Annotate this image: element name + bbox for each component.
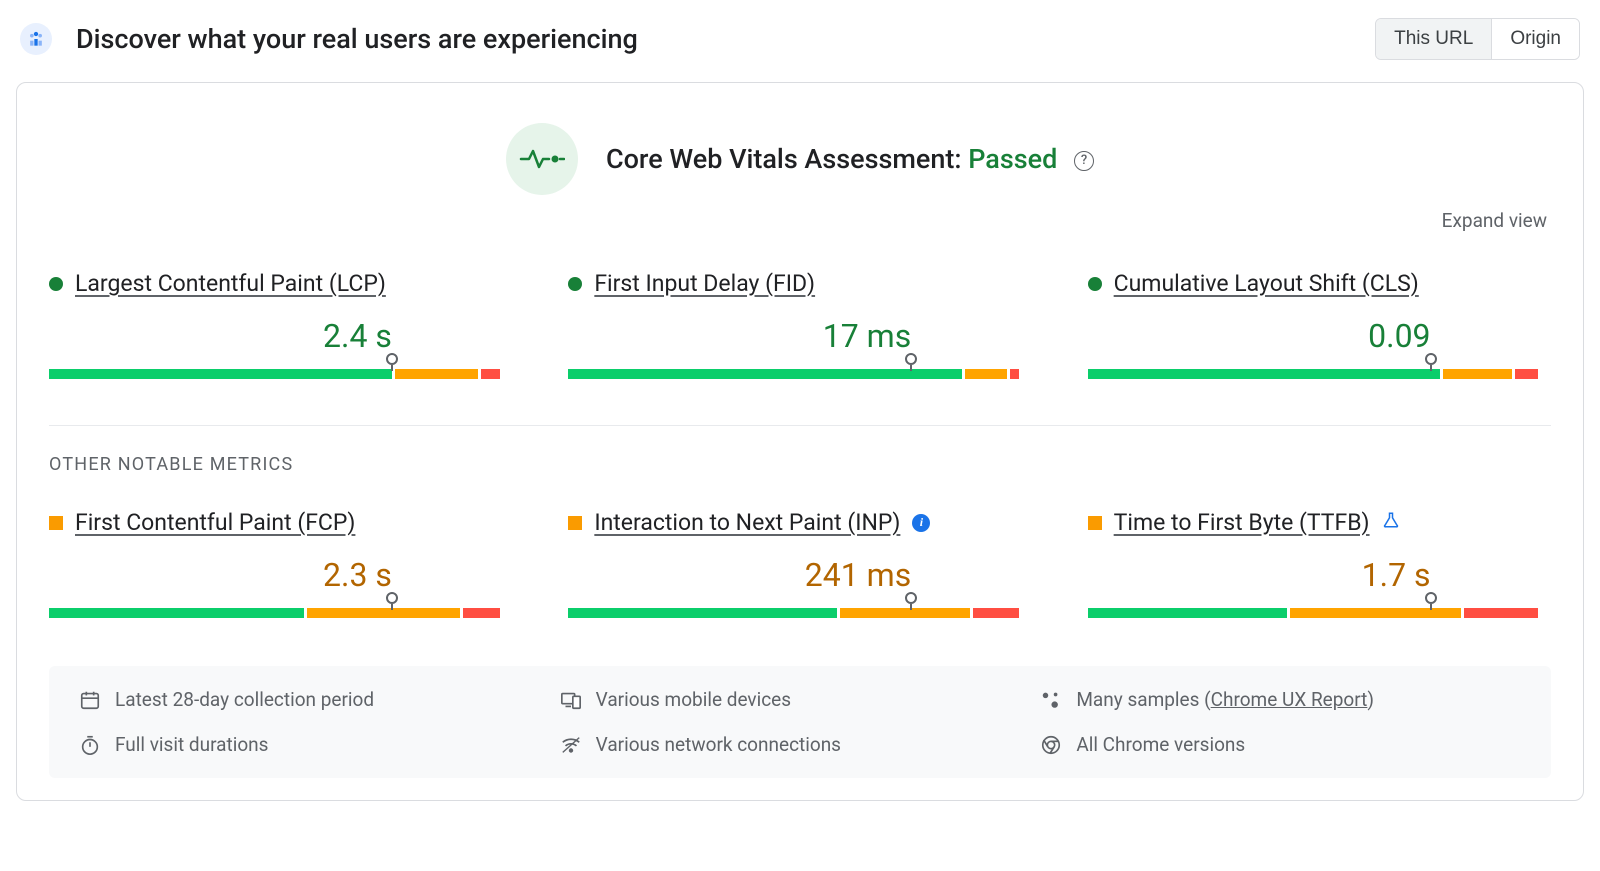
percentile-marker (1425, 353, 1437, 365)
assessment-label: Core Web Vitals Assessment: (606, 143, 962, 175)
vitals-card: Core Web Vitals Assessment: Passed ? Exp… (16, 82, 1584, 801)
metric-value: 17 ms (568, 317, 1031, 355)
metric-value: 1.7 s (1088, 556, 1551, 594)
info-icon[interactable]: i (912, 514, 930, 532)
footer-period: Latest 28-day collection period (79, 688, 560, 711)
metric-title-row: First Contentful Paint (FCP) (49, 509, 512, 536)
metric-value: 0.09 (1088, 317, 1551, 355)
scope-toggle: This URL Origin (1375, 18, 1580, 60)
distribution-bar (49, 596, 512, 618)
header-left: Discover what your real users are experi… (20, 23, 638, 55)
percentile-marker (905, 592, 917, 604)
network-icon (560, 734, 582, 756)
expand-view-link[interactable]: Expand view (49, 209, 1551, 232)
metric: First Contentful Paint (FCP) 2.3 s (49, 509, 512, 618)
page-header: Discover what your real users are experi… (16, 18, 1584, 60)
assessment-status: Passed (968, 143, 1057, 175)
metric-name-link[interactable]: Largest Contentful Paint (LCP) (75, 270, 386, 297)
core-metrics-grid: Largest Contentful Paint (LCP) 2.4 s First… (49, 270, 1551, 379)
metric-title-row: Interaction to Next Paint (INP) i (568, 509, 1031, 536)
metric-title-row: Cumulative Layout Shift (CLS) (1088, 270, 1551, 297)
page-title: Discover what your real users are experi… (76, 23, 638, 55)
vitals-pulse-icon (506, 123, 578, 195)
percentile-marker (1425, 592, 1437, 604)
toggle-this-url[interactable]: This URL (1376, 19, 1491, 59)
calendar-icon (79, 689, 101, 711)
status-good-icon (49, 277, 63, 291)
status-good-icon (568, 277, 582, 291)
footer-devices: Various mobile devices (560, 688, 1041, 711)
users-icon (20, 23, 52, 55)
metric-value: 241 ms (568, 556, 1031, 594)
metric-name-link[interactable]: First Contentful Paint (FCP) (75, 509, 355, 536)
metric-title-row: Largest Contentful Paint (LCP) (49, 270, 512, 297)
distribution-bar (1088, 357, 1551, 379)
metric: Time to First Byte (TTFB) 1.7 s (1088, 509, 1551, 618)
distribution-bar (568, 357, 1031, 379)
metric-name-link[interactable]: Time to First Byte (TTFB) (1114, 509, 1370, 536)
distribution-bar (49, 357, 512, 379)
metric-name-link[interactable]: First Input Delay (FID) (594, 270, 815, 297)
footer-samples: Many samples (Chrome UX Report) (1040, 688, 1521, 711)
footer-durations: Full visit durations (79, 733, 560, 756)
metric-value: 2.3 s (49, 556, 512, 594)
distribution-bar (1088, 596, 1551, 618)
metric-value: 2.4 s (49, 317, 512, 355)
metric: Interaction to Next Paint (INP) i 241 ms (568, 509, 1031, 618)
footer-info: Latest 28-day collection period Various … (49, 666, 1551, 778)
status-needs-improvement-icon (568, 516, 582, 530)
samples-icon (1040, 689, 1062, 711)
percentile-marker (386, 592, 398, 604)
distribution-bar (568, 596, 1031, 618)
status-good-icon (1088, 277, 1102, 291)
percentile-marker (386, 353, 398, 365)
footer-versions: All Chrome versions (1040, 733, 1521, 756)
metric: Cumulative Layout Shift (CLS) 0.09 (1088, 270, 1551, 379)
devices-icon (560, 689, 582, 711)
toggle-origin[interactable]: Origin (1491, 19, 1579, 59)
status-needs-improvement-icon (1088, 516, 1102, 530)
footer-network: Various network connections (560, 733, 1041, 756)
other-metrics-label: OTHER NOTABLE METRICS (49, 454, 1551, 475)
metric-title-row: First Input Delay (FID) (568, 270, 1031, 297)
chrome-icon (1040, 734, 1062, 756)
metric-title-row: Time to First Byte (TTFB) (1088, 509, 1551, 536)
help-icon[interactable]: ? (1074, 151, 1094, 171)
stopwatch-icon (79, 734, 101, 756)
other-metrics-grid: First Contentful Paint (FCP) 2.3 s Interac… (49, 509, 1551, 618)
crux-link[interactable]: Chrome UX Report (1211, 688, 1368, 711)
assessment-text: Core Web Vitals Assessment: Passed ? (606, 143, 1094, 175)
experimental-flask-icon[interactable] (1382, 510, 1400, 535)
percentile-marker (905, 353, 917, 365)
metric: First Input Delay (FID) 17 ms (568, 270, 1031, 379)
metric-name-link[interactable]: Interaction to Next Paint (INP) (594, 509, 900, 536)
assessment-row: Core Web Vitals Assessment: Passed ? (49, 123, 1551, 195)
divider (49, 425, 1551, 426)
metric: Largest Contentful Paint (LCP) 2.4 s (49, 270, 512, 379)
metric-name-link[interactable]: Cumulative Layout Shift (CLS) (1114, 270, 1419, 297)
status-needs-improvement-icon (49, 516, 63, 530)
